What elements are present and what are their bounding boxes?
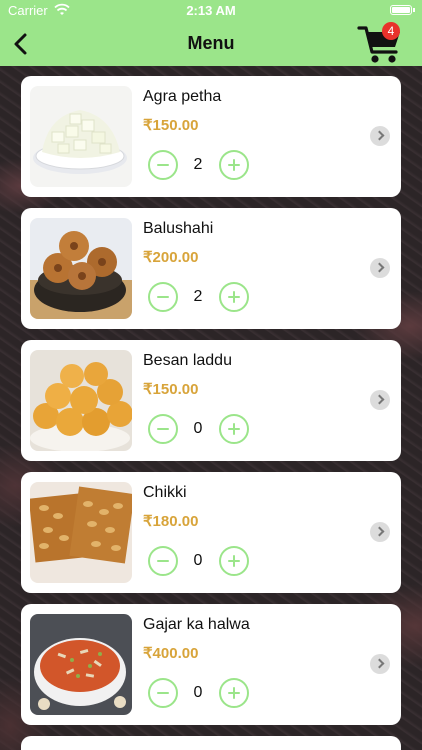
chikki-image: [30, 482, 132, 583]
menu-item-card[interactable]: Agra petha ₹150.00 2: [21, 76, 401, 197]
decrease-quantity-button[interactable]: [148, 546, 178, 576]
chevron-right-icon[interactable]: [370, 654, 390, 674]
item-quantity: 2: [193, 156, 203, 173]
menu-list: Agra petha ₹150.00 2 Balushahi ₹200.00 2…: [0, 66, 422, 750]
item-name: Balushahi: [143, 220, 214, 237]
item-quantity: 0: [193, 552, 203, 569]
item-quantity: 0: [193, 420, 203, 437]
increase-quantity-button[interactable]: [219, 150, 249, 180]
status-bar: Carrier 2:13 AM: [0, 0, 422, 22]
item-price: ₹400.00: [143, 645, 199, 662]
chevron-right-icon[interactable]: [370, 522, 390, 542]
chevron-right-icon[interactable]: [370, 390, 390, 410]
besan-laddu-image: [30, 350, 132, 451]
decrease-quantity-button[interactable]: [148, 678, 178, 708]
decrease-quantity-button[interactable]: [148, 282, 178, 312]
gajar-ka-halwa-image: [30, 614, 132, 715]
item-name: Gajar ka halwa: [143, 616, 250, 633]
item-quantity: 2: [193, 288, 203, 305]
decrease-quantity-button[interactable]: [148, 414, 178, 444]
item-name: Besan laddu: [143, 352, 232, 369]
menu-item-card[interactable]: Besan laddu ₹150.00 0: [21, 340, 401, 461]
menu-item-card[interactable]: Gajar ka halwa ₹400.00 0: [21, 604, 401, 725]
item-price: ₹150.00: [143, 117, 199, 134]
item-price: ₹180.00: [143, 513, 199, 530]
nav-bar: Menu 4: [0, 22, 422, 66]
increase-quantity-button[interactable]: [219, 678, 249, 708]
item-name: Chikki: [143, 484, 187, 501]
item-price: ₹200.00: [143, 249, 199, 266]
cart-count-badge: 4: [382, 22, 400, 40]
item-price: ₹150.00: [143, 381, 199, 398]
menu-item-card[interactable]: Balushahi ₹200.00 2: [21, 208, 401, 329]
increase-quantity-button[interactable]: [219, 414, 249, 444]
battery-icon: [390, 5, 415, 15]
increase-quantity-button[interactable]: [219, 546, 249, 576]
item-name: Agra petha: [143, 88, 222, 105]
chevron-right-icon[interactable]: [370, 258, 390, 278]
item-quantity: 0: [193, 684, 203, 701]
increase-quantity-button[interactable]: [219, 282, 249, 312]
balushahi-image: [30, 218, 132, 319]
menu-item-card-partial[interactable]: [21, 736, 401, 750]
chevron-right-icon[interactable]: [370, 126, 390, 146]
menu-item-card[interactable]: Chikki ₹180.00 0: [21, 472, 401, 593]
agra-petha-image: [30, 86, 132, 187]
status-time: 2:13 AM: [186, 3, 236, 18]
decrease-quantity-button[interactable]: [148, 150, 178, 180]
